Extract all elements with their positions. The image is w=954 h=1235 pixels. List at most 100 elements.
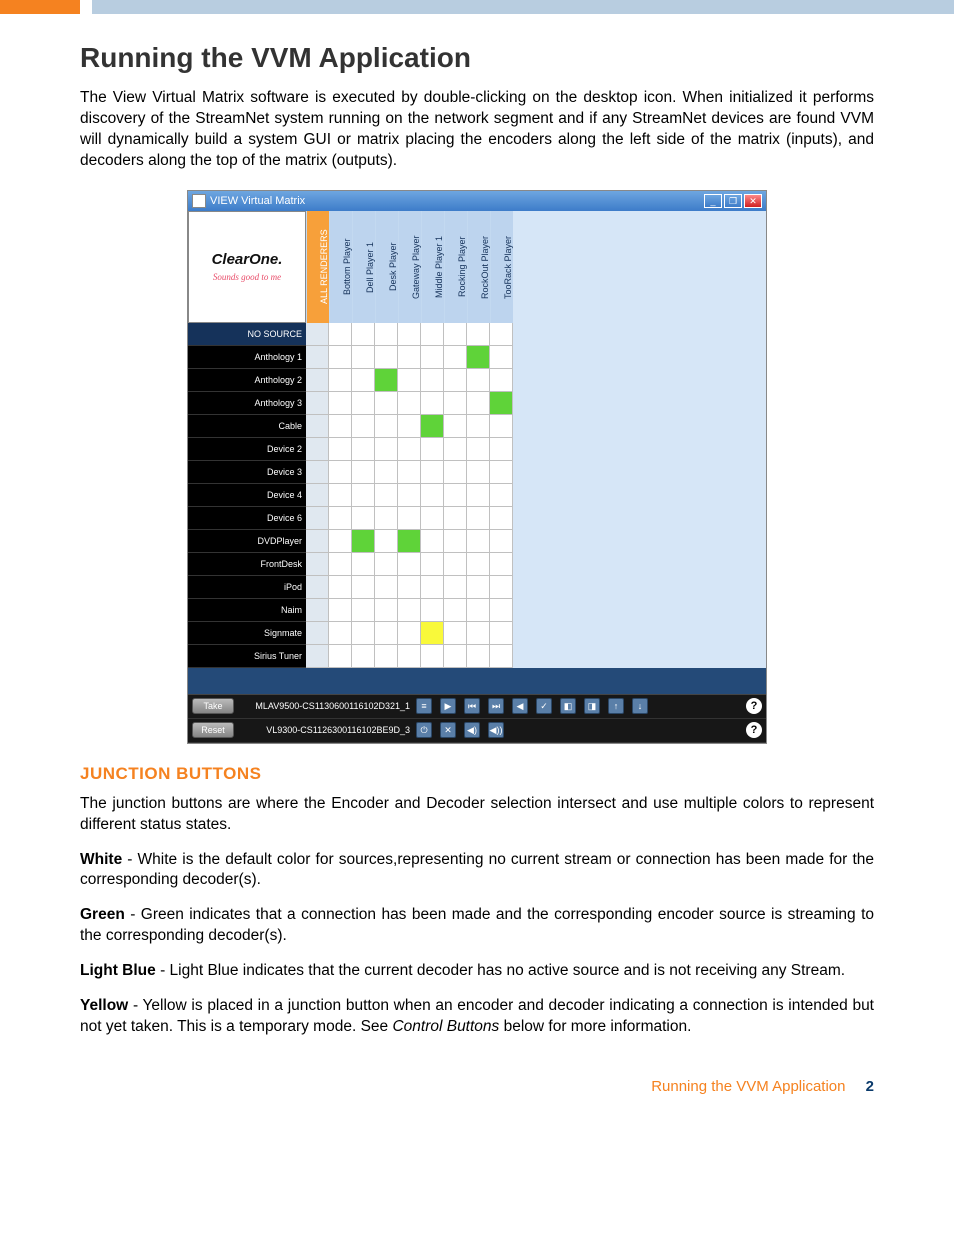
- row-header[interactable]: Device 3: [188, 461, 306, 484]
- column-header[interactable]: Bottom Player: [329, 211, 352, 323]
- junction-button[interactable]: [306, 438, 329, 461]
- junction-button[interactable]: [352, 369, 375, 392]
- junction-button[interactable]: [352, 438, 375, 461]
- junction-button[interactable]: [398, 346, 421, 369]
- row-header[interactable]: Naim: [188, 599, 306, 622]
- panel-left-icon[interactable]: ◧: [560, 698, 576, 714]
- junction-button[interactable]: [352, 323, 375, 346]
- junction-button[interactable]: [467, 622, 490, 645]
- junction-button[interactable]: [329, 346, 352, 369]
- junction-button[interactable]: [421, 369, 444, 392]
- junction-button[interactable]: [329, 369, 352, 392]
- junction-button[interactable]: [490, 507, 513, 530]
- maximize-button[interactable]: ❐: [724, 194, 742, 208]
- junction-button[interactable]: [490, 461, 513, 484]
- column-header[interactable]: ALL RENDERERS: [306, 211, 329, 323]
- junction-button[interactable]: [375, 645, 398, 668]
- junction-button[interactable]: [444, 645, 467, 668]
- row-header[interactable]: iPod: [188, 576, 306, 599]
- junction-button[interactable]: [490, 369, 513, 392]
- junction-button[interactable]: [490, 438, 513, 461]
- junction-button[interactable]: [490, 415, 513, 438]
- junction-button[interactable]: [467, 461, 490, 484]
- junction-button[interactable]: [375, 369, 398, 392]
- junction-button[interactable]: [329, 645, 352, 668]
- junction-button[interactable]: [421, 599, 444, 622]
- junction-button[interactable]: [398, 576, 421, 599]
- junction-button[interactable]: [398, 392, 421, 415]
- junction-button[interactable]: [329, 576, 352, 599]
- junction-button[interactable]: [306, 553, 329, 576]
- row-header[interactable]: Sirius Tuner: [188, 645, 306, 668]
- junction-button[interactable]: [467, 392, 490, 415]
- reset-button[interactable]: Reset: [192, 722, 234, 738]
- junction-button[interactable]: [467, 645, 490, 668]
- junction-button[interactable]: [398, 415, 421, 438]
- junction-button[interactable]: [375, 346, 398, 369]
- junction-button[interactable]: [352, 346, 375, 369]
- junction-button[interactable]: [444, 622, 467, 645]
- junction-button[interactable]: [329, 507, 352, 530]
- down-icon[interactable]: ↓: [632, 698, 648, 714]
- junction-button[interactable]: [329, 553, 352, 576]
- row-header[interactable]: Cable: [188, 415, 306, 438]
- junction-button[interactable]: [421, 392, 444, 415]
- junction-button[interactable]: [375, 461, 398, 484]
- junction-button[interactable]: [467, 553, 490, 576]
- junction-button[interactable]: [329, 622, 352, 645]
- junction-button[interactable]: [490, 576, 513, 599]
- junction-button[interactable]: [444, 323, 467, 346]
- play-pause-icon[interactable]: ▶: [440, 698, 456, 714]
- junction-button[interactable]: [490, 392, 513, 415]
- junction-button[interactable]: [306, 645, 329, 668]
- junction-button[interactable]: [444, 369, 467, 392]
- junction-button[interactable]: [306, 507, 329, 530]
- junction-button[interactable]: [398, 645, 421, 668]
- junction-button[interactable]: [444, 507, 467, 530]
- close-button[interactable]: ✕: [744, 194, 762, 208]
- junction-button[interactable]: [375, 553, 398, 576]
- junction-button[interactable]: [329, 415, 352, 438]
- junction-button[interactable]: [467, 346, 490, 369]
- junction-button[interactable]: [421, 553, 444, 576]
- help-icon-2[interactable]: ?: [746, 722, 762, 738]
- junction-button[interactable]: [490, 323, 513, 346]
- junction-button[interactable]: [444, 438, 467, 461]
- junction-button[interactable]: [306, 622, 329, 645]
- junction-button[interactable]: [421, 645, 444, 668]
- junction-button[interactable]: [421, 461, 444, 484]
- junction-button[interactable]: [375, 438, 398, 461]
- junction-button[interactable]: [375, 323, 398, 346]
- junction-button[interactable]: [421, 346, 444, 369]
- junction-button[interactable]: [421, 576, 444, 599]
- junction-button[interactable]: [398, 369, 421, 392]
- junction-button[interactable]: [329, 438, 352, 461]
- next-track-icon[interactable]: ⏭: [488, 698, 504, 714]
- junction-button[interactable]: [398, 553, 421, 576]
- junction-button[interactable]: [329, 392, 352, 415]
- junction-button[interactable]: [329, 599, 352, 622]
- junction-button[interactable]: [329, 323, 352, 346]
- junction-button[interactable]: [444, 553, 467, 576]
- column-header[interactable]: TooRack Player: [490, 211, 513, 323]
- help-icon[interactable]: ?: [746, 698, 762, 714]
- junction-button[interactable]: [421, 484, 444, 507]
- junction-button[interactable]: [306, 461, 329, 484]
- junction-button[interactable]: [490, 484, 513, 507]
- junction-button[interactable]: [444, 461, 467, 484]
- junction-button[interactable]: [352, 553, 375, 576]
- junction-button[interactable]: [398, 530, 421, 553]
- junction-button[interactable]: [490, 530, 513, 553]
- junction-button[interactable]: [444, 415, 467, 438]
- junction-button[interactable]: [375, 622, 398, 645]
- mute-icon[interactable]: ✕: [440, 722, 456, 738]
- row-header[interactable]: Device 2: [188, 438, 306, 461]
- row-header[interactable]: Signmate: [188, 622, 306, 645]
- junction-button[interactable]: [467, 323, 490, 346]
- junction-button[interactable]: [375, 530, 398, 553]
- volume-down-icon[interactable]: ◀): [464, 722, 480, 738]
- junction-button[interactable]: [444, 576, 467, 599]
- skip-back-icon[interactable]: ◀: [512, 698, 528, 714]
- junction-button[interactable]: [421, 438, 444, 461]
- junction-button[interactable]: [352, 392, 375, 415]
